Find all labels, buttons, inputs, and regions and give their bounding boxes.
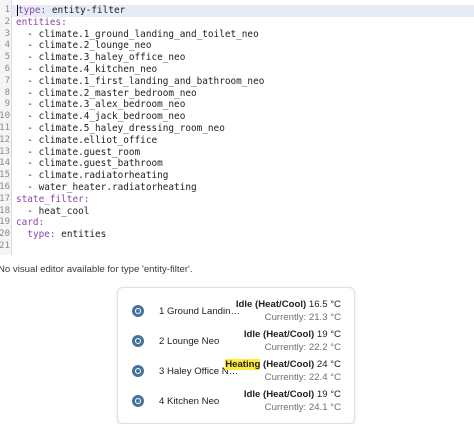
current-temperature: Currently: 22.4 °C — [264, 372, 341, 383]
line-number: 15 — [0, 170, 10, 181]
entity-row[interactable]: 1 Ground Landing … Idle (Heat/Cool) 16.5 … — [118, 297, 354, 325]
target-temperature: 19 °C — [314, 329, 341, 340]
code-line: - heat_cool — [16, 206, 89, 217]
line-number: 2 — [4, 16, 10, 27]
gutter-divider — [11, 0, 12, 255]
hvac-action: Idle — [243, 389, 261, 400]
line-number: 13 — [0, 146, 10, 157]
yaml-value: - climate.guest_room — [27, 146, 141, 158]
thermostat-icon[interactable] — [132, 305, 144, 317]
entity-name[interactable]: 1 Ground Landing … — [159, 306, 241, 317]
target-temperature: 24 °C — [314, 359, 341, 370]
yaml-value: - climate.elliot_office — [27, 134, 158, 146]
no-visual-editor-notice: No visual editor available for type 'ent… — [0, 264, 193, 275]
yaml-value: - climate.radiatorheating — [27, 170, 169, 182]
yaml-value: - climate.4_kitchen_neo — [27, 64, 158, 75]
code-line: - climate.1_ground_landing_and_toilet_ne… — [16, 28, 259, 40]
code-line: - climate.5_haley_dressing_room_neo — [16, 123, 225, 134]
code-line: - climate.2_lounge_neo — [16, 40, 151, 51]
hvac-action: Heating — [225, 359, 261, 370]
yaml-key: entities: — [16, 16, 67, 28]
line-number: 18 — [0, 205, 10, 216]
line-number: 20 — [0, 229, 10, 240]
code-line: type: entity-filter — [16, 5, 125, 16]
line-number: 6 — [4, 64, 10, 74]
yaml-value: - climate.2_lounge_neo — [27, 40, 152, 52]
yaml-value: - climate.3_alex_bedroom_neo — [27, 99, 186, 111]
yaml-value: - climate.1_first_landing_and_bathroom_n… — [27, 75, 265, 87]
entity-state: Idle (Heat/Cool) 19 °C — [244, 329, 341, 340]
yaml-value: - climate.1_ground_landing_and_toilet_ne… — [27, 28, 259, 40]
yaml-value: - climate.3_haley_office_neo — [27, 52, 186, 64]
entity-row[interactable]: 3 Haley Office N… Heating (Heat/Cool) 24 … — [118, 357, 354, 385]
hvac-action: Idle — [235, 299, 253, 310]
code-line: type: entities — [16, 229, 106, 240]
code-line: - climate.guest_room — [16, 147, 140, 158]
line-number: 8 — [4, 87, 10, 98]
code-line: state_filter: — [16, 194, 89, 205]
target-temperature: 19 °C — [314, 389, 341, 400]
yaml-value: - climate.guest_bathroom — [27, 158, 163, 170]
code-line: entities: — [16, 17, 67, 28]
code-line: - climate.2_master_bedroom_neo — [16, 87, 197, 99]
hvac-mode: (Heat/Cool) — [260, 329, 315, 340]
entity-row[interactable]: 4 Kitchen Neo Idle (Heat/Cool) 19 °C Curre… — [118, 387, 354, 415]
line-number: 21 — [0, 241, 10, 251]
code-line: card: — [16, 217, 44, 228]
code-line: - climate.guest_bathroom — [16, 158, 163, 170]
target-temperature: 16.5 °C — [306, 299, 341, 310]
line-number: 10 — [0, 111, 10, 122]
entity-state: Heating (Heat/Cool) 24 °C — [225, 359, 341, 370]
entity-state: Idle (Heat/Cool) 19 °C — [244, 389, 341, 400]
yaml-value: - water_heater.radiatorheating — [27, 182, 197, 193]
code-line: - climate.radiatorheating — [16, 170, 168, 181]
code-line: - climate.4_kitchen_neo — [16, 64, 157, 75]
line-number: 9 — [4, 99, 10, 110]
line-number: 19 — [0, 217, 10, 228]
line-number: 4 — [4, 40, 10, 51]
yaml-value: entity-filter — [46, 5, 126, 16]
line-number: 17 — [0, 193, 10, 204]
yaml-value: - climate.4_jack_bedroom_neo — [27, 111, 186, 123]
entity-row[interactable]: 2 Lounge Neo Idle (Heat/Cool) 19 °C Curren… — [118, 327, 354, 355]
hvac-mode: (Heat/Cool) — [260, 359, 315, 370]
line-number: 7 — [4, 75, 10, 86]
thermostat-icon[interactable] — [132, 395, 144, 407]
yaml-value: - heat_cool — [27, 205, 90, 217]
line-number: 12 — [0, 134, 10, 145]
thermostat-icon[interactable] — [132, 335, 144, 347]
current-temperature: Currently: 22.2 °C — [264, 342, 341, 353]
hvac-mode: (Heat/Cool) — [252, 299, 307, 310]
line-number: 3 — [4, 28, 10, 39]
entity-filter-preview-card: 1 Ground Landing … Idle (Heat/Cool) 16.5 … — [117, 287, 355, 424]
entity-name[interactable]: 2 Lounge Neo — [159, 336, 241, 347]
yaml-key: state_filter: — [16, 193, 90, 205]
yaml-value: - climate.5_haley_dressing_room_neo — [27, 123, 225, 134]
hvac-action: Idle — [243, 329, 261, 340]
line-number: 14 — [0, 158, 10, 169]
yaml-key: card: — [16, 217, 45, 229]
yaml-value: - climate.2_master_bedroom_neo — [27, 87, 197, 99]
current-temperature: Currently: 24.1 °C — [264, 402, 341, 413]
current-temperature: Currently: 21.3 °C — [264, 312, 341, 323]
entity-name[interactable]: 4 Kitchen Neo — [159, 396, 241, 407]
yaml-key: type: — [18, 5, 47, 16]
yaml-key: type: — [27, 229, 56, 241]
line-number: 11 — [0, 123, 10, 133]
code-line: - climate.1_first_landing_and_bathroom_n… — [16, 76, 264, 87]
thermostat-icon[interactable] — [132, 365, 144, 377]
hvac-mode: (Heat/Cool) — [260, 389, 315, 400]
code-line: - climate.3_haley_office_neo — [16, 52, 185, 63]
line-number-gutter: 1 2 3 4 5 6 7 8 9 10 11 12 13 14 15 16 17 18 19 20 21 — [0, 0, 11, 255]
yaml-code-editor[interactable]: 1 2 3 4 5 6 7 8 9 10 11 12 13 14 15 16 17 18 19 20 21 type: … — [0, 0, 474, 255]
code-line: - climate.4_jack_bedroom_neo — [16, 111, 185, 122]
code-line: - climate.3_alex_bedroom_neo — [16, 99, 185, 110]
code-line: - water_heater.radiatorheating — [16, 182, 197, 193]
code-line: - climate.elliot_office — [16, 135, 157, 146]
line-number: 1 — [4, 5, 10, 15]
line-number: 16 — [0, 182, 10, 192]
line-number: 5 — [4, 52, 10, 63]
entity-state: Idle (Heat/Cool) 16.5 °C — [236, 299, 341, 310]
yaml-value: entities — [55, 229, 107, 241]
